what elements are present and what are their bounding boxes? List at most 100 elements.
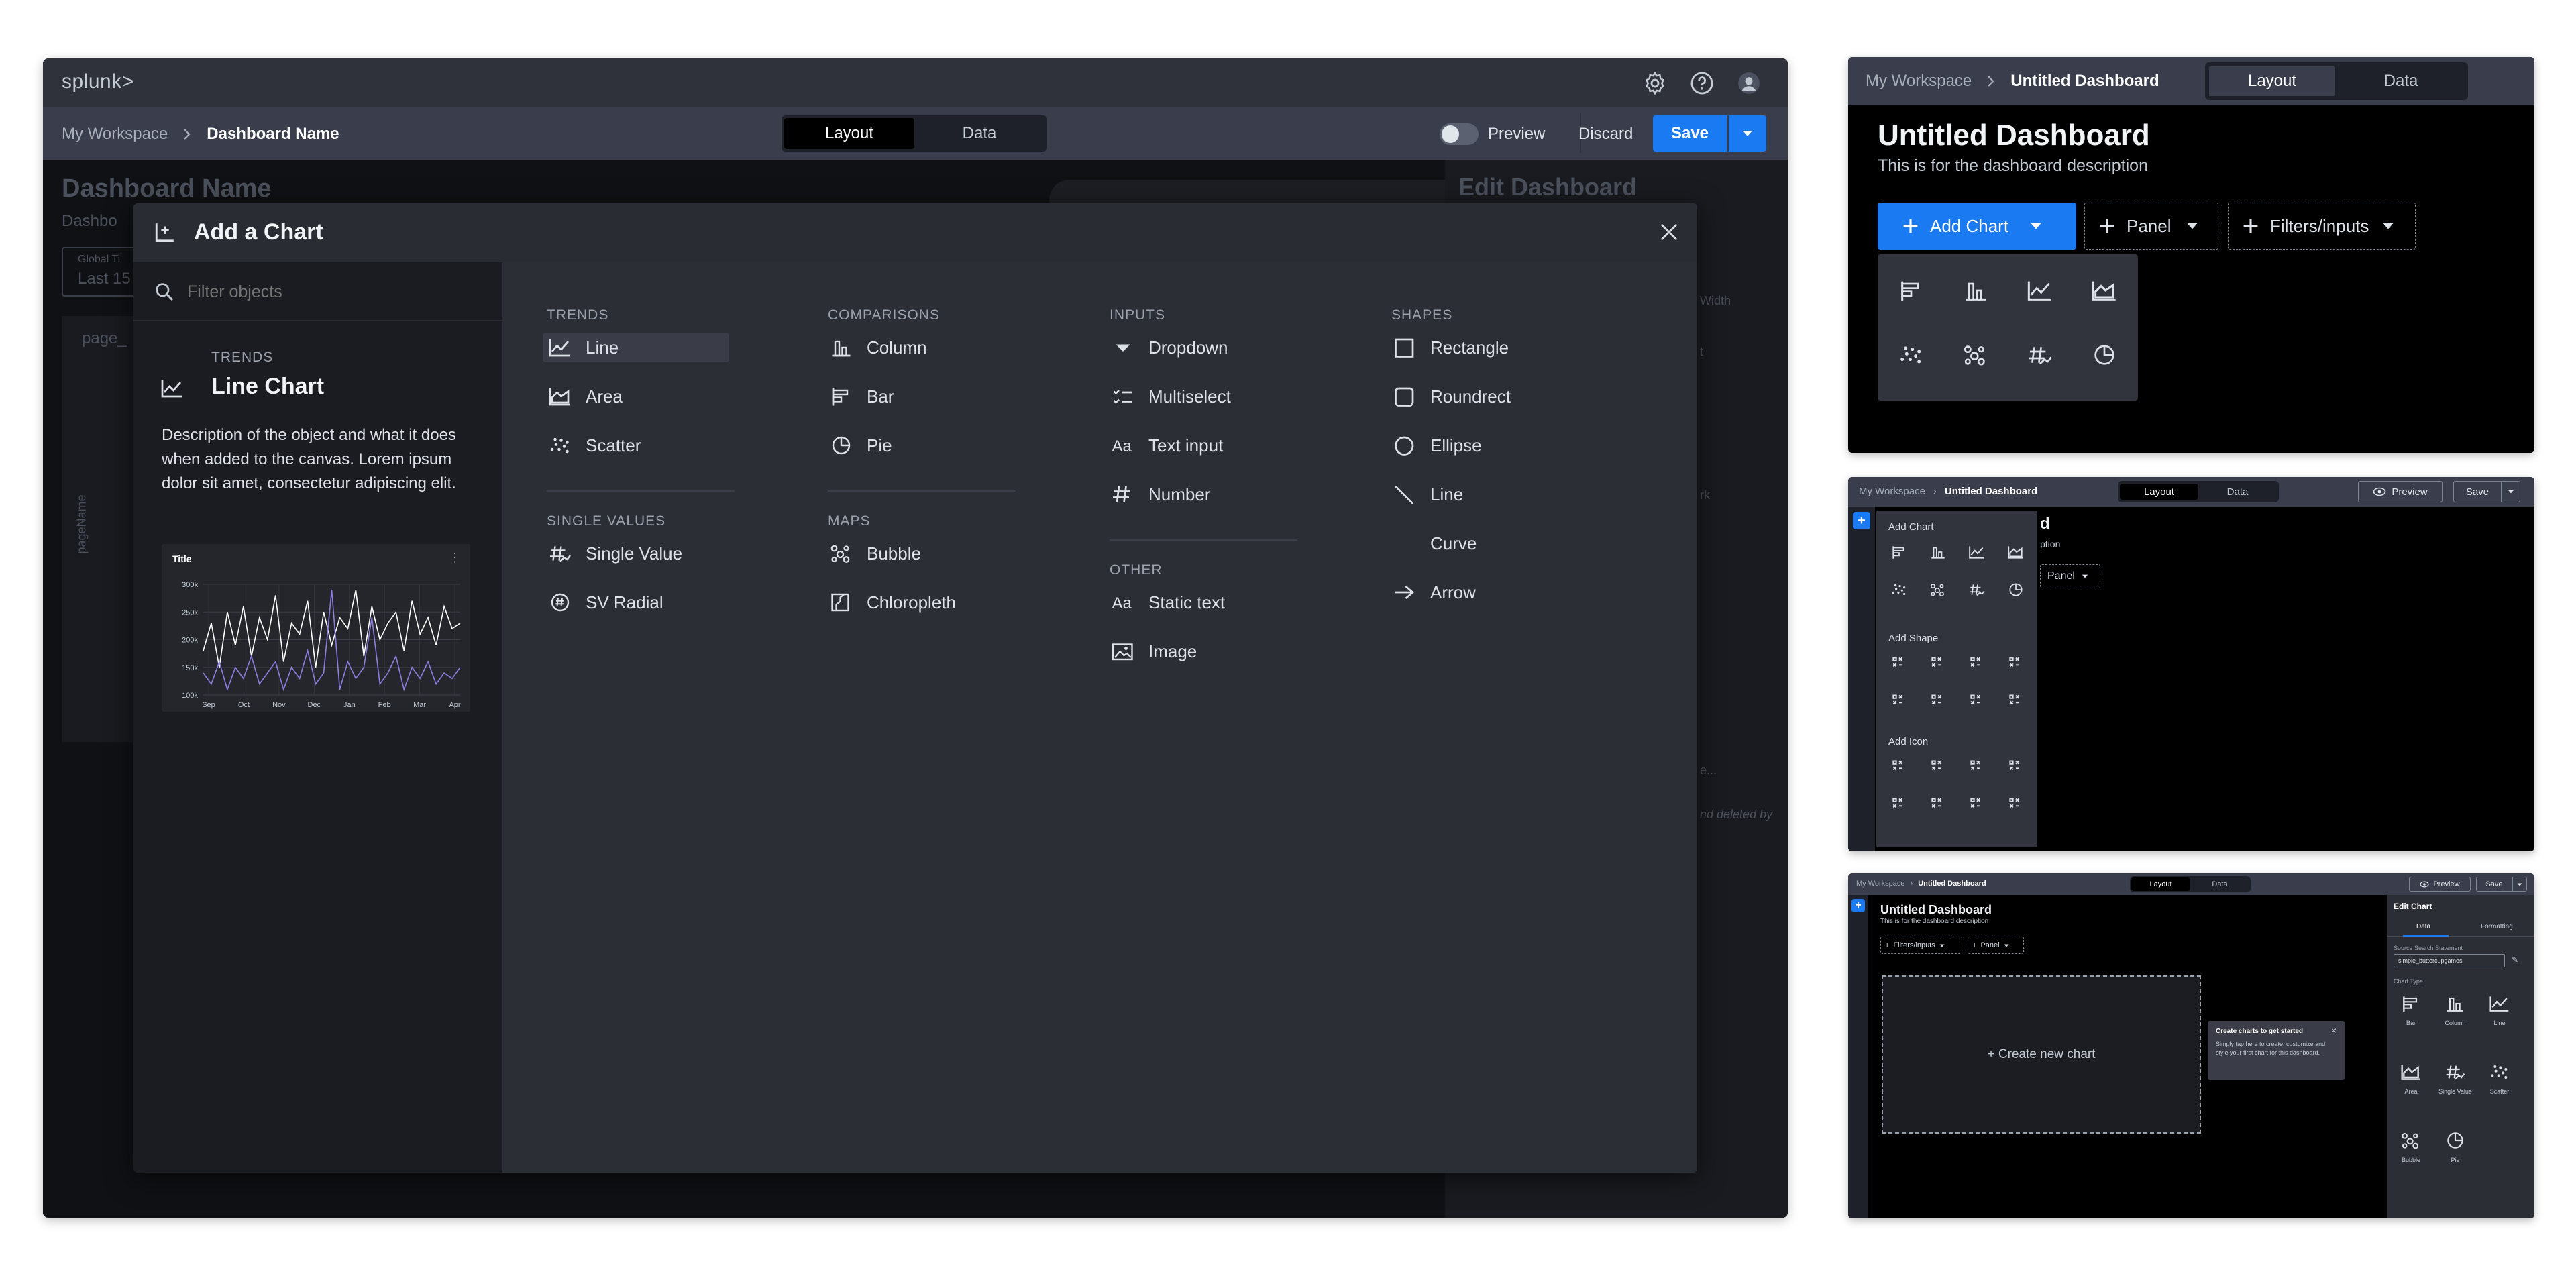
save-dropdown-button[interactable] — [1729, 115, 1766, 152]
breadcrumb-workspace[interactable]: My Workspace — [1859, 486, 1925, 497]
pie-chart-menu-item[interactable] — [2001, 576, 2031, 603]
bar-chart-palette-item[interactable] — [1890, 269, 1933, 312]
help-icon[interactable] — [1689, 70, 1715, 96]
discard-button[interactable]: Discard — [1578, 125, 1633, 144]
tab-data[interactable]: Data — [2416, 923, 2430, 930]
area-chart-menu-item[interactable] — [2001, 539, 2031, 566]
object-item-arrow[interactable]: Arrow — [1387, 578, 1574, 607]
shape-pattern-menu-item[interactable] — [1884, 790, 1914, 816]
object-item-pie[interactable]: Pie — [824, 431, 1010, 460]
preview-button[interactable]: Preview — [2358, 481, 2443, 502]
object-item-image[interactable]: Image — [1106, 637, 1292, 666]
object-item-line[interactable]: Line — [543, 333, 729, 362]
filter-search[interactable] — [133, 262, 502, 321]
shape-pattern-menu-item[interactable] — [1884, 752, 1914, 779]
pencil-icon[interactable]: ✎ — [2512, 955, 2518, 965]
bubble-chart-menu-item[interactable] — [1923, 576, 1953, 603]
panel-button[interactable]: Panel — [2040, 564, 2100, 588]
scatter-chart-menu-item[interactable] — [1884, 576, 1914, 603]
object-item-chloropleth[interactable]: Chloropleth — [824, 588, 1010, 617]
save-button[interactable]: Save — [1653, 115, 1727, 152]
shape-pattern-menu-item[interactable] — [1962, 790, 1992, 816]
add-button[interactable]: + — [1851, 899, 1865, 912]
dashboard-title[interactable]: Untitled Dashboard — [1880, 903, 1992, 917]
add-chart-button[interactable]: Add Chart — [1878, 203, 2076, 250]
bar-chart-menu-item[interactable] — [1884, 539, 1914, 566]
filters-inputs-button[interactable]: + Filters/inputs — [1880, 937, 1962, 954]
tab-data[interactable]: Data — [2190, 877, 2249, 891]
preview-button[interactable]: Preview — [2409, 877, 2471, 892]
object-item-number[interactable]: Number — [1106, 480, 1292, 509]
object-item-dropdown[interactable]: Dropdown — [1106, 333, 1292, 362]
shape-pattern-menu-item[interactable] — [2001, 790, 2031, 816]
dashboard-title[interactable]: Untitled Dashboard — [1878, 119, 2150, 152]
save-dropdown-button[interactable] — [2512, 877, 2527, 892]
save-button[interactable]: Save — [2476, 877, 2512, 892]
object-item-roundrect[interactable]: Roundrect — [1387, 382, 1574, 411]
object-item-sv-radial[interactable]: SV Radial — [543, 588, 729, 617]
tab-layout[interactable]: Layout — [784, 118, 914, 149]
shape-pattern-menu-item[interactable] — [1923, 686, 1953, 713]
more-icon[interactable]: ⋮ — [449, 551, 461, 565]
single-value-menu-item[interactable] — [1962, 576, 1992, 603]
bubble-chart-palette-item[interactable] — [1954, 333, 1997, 376]
chart-type-bar[interactable]: Bar — [2392, 994, 2430, 1048]
tab-layout[interactable]: Layout — [2131, 877, 2190, 891]
dashboard-description[interactable]: This is for the dashboard description — [1878, 156, 2148, 176]
save-dropdown-button[interactable] — [2502, 481, 2520, 502]
chart-type-column[interactable]: Column — [2436, 994, 2474, 1048]
shape-pattern-menu-item[interactable] — [1884, 686, 1914, 713]
shape-pattern-menu-item[interactable] — [1923, 649, 1953, 676]
pie-chart-palette-item[interactable] — [2083, 333, 2126, 376]
object-item-line[interactable]: Line — [1387, 480, 1574, 509]
object-item-bar[interactable]: Bar — [824, 382, 1010, 411]
single-value-palette-item[interactable] — [2019, 333, 2061, 376]
tab-data[interactable]: Data — [914, 118, 1044, 149]
shape-pattern-menu-item[interactable] — [1962, 752, 1992, 779]
preview-toggle[interactable] — [1440, 123, 1479, 145]
column-chart-palette-item[interactable] — [1954, 269, 1997, 312]
object-item-column[interactable]: Column — [824, 333, 1010, 362]
shape-pattern-menu-item[interactable] — [2001, 686, 2031, 713]
tab-layout[interactable]: Layout — [2120, 484, 2198, 500]
object-item-area[interactable]: Area — [543, 382, 729, 411]
shape-pattern-menu-item[interactable] — [1962, 686, 1992, 713]
close-icon[interactable] — [1658, 221, 1680, 244]
shape-pattern-menu-item[interactable] — [1923, 790, 1953, 816]
tab-formatting[interactable]: Formatting — [2481, 923, 2513, 930]
breadcrumb-workspace[interactable]: My Workspace — [62, 125, 168, 144]
shape-pattern-menu-item[interactable] — [2001, 752, 2031, 779]
object-item-curve[interactable]: Curve — [1387, 529, 1574, 558]
chart-type-scatter[interactable]: Scatter — [2481, 1063, 2518, 1116]
filters-inputs-button[interactable]: Filters/inputs — [2228, 203, 2416, 250]
column-chart-menu-item[interactable] — [1923, 539, 1953, 566]
line-chart-palette-item[interactable] — [2019, 269, 2061, 312]
tab-data[interactable]: Data — [2337, 65, 2465, 97]
chart-type-area[interactable]: Area — [2392, 1063, 2430, 1116]
shape-pattern-menu-item[interactable] — [1884, 649, 1914, 676]
save-button[interactable]: Save — [2453, 481, 2502, 502]
close-icon[interactable]: × — [2331, 1025, 2337, 1036]
chart-type-bubble[interactable]: Bubble — [2392, 1131, 2430, 1185]
shape-pattern-menu-item[interactable] — [1962, 649, 1992, 676]
area-chart-palette-item[interactable] — [2083, 269, 2126, 312]
dashboard-description[interactable]: This is for the dashboard description — [1880, 918, 1988, 925]
chart-type-line[interactable]: Line — [2481, 994, 2518, 1048]
source-select[interactable]: simple_buttercupgames — [2394, 954, 2505, 967]
object-item-scatter[interactable]: Scatter — [543, 431, 729, 460]
tab-layout[interactable]: Layout — [2208, 65, 2337, 97]
object-item-single-value[interactable]: Single Value — [543, 539, 729, 568]
shape-pattern-menu-item[interactable] — [1923, 752, 1953, 779]
object-item-rectangle[interactable]: Rectangle — [1387, 333, 1574, 362]
tab-data[interactable]: Data — [2198, 484, 2277, 500]
object-item-multiselect[interactable]: Multiselect — [1106, 382, 1292, 411]
shape-pattern-menu-item[interactable] — [2001, 649, 2031, 676]
line-chart-menu-item[interactable] — [1962, 539, 1992, 566]
chart-type-single-value[interactable]: Single Value — [2436, 1063, 2474, 1116]
panel-button[interactable]: + Panel — [1968, 937, 2024, 954]
create-new-chart-dropzone[interactable]: + Create new chart — [1882, 975, 2201, 1134]
panel-button[interactable]: Panel — [2084, 203, 2218, 250]
user-avatar-icon[interactable] — [1736, 70, 1762, 96]
object-item-bubble[interactable]: Bubble — [824, 539, 1010, 568]
breadcrumb-workspace[interactable]: My Workspace — [1856, 880, 1905, 888]
